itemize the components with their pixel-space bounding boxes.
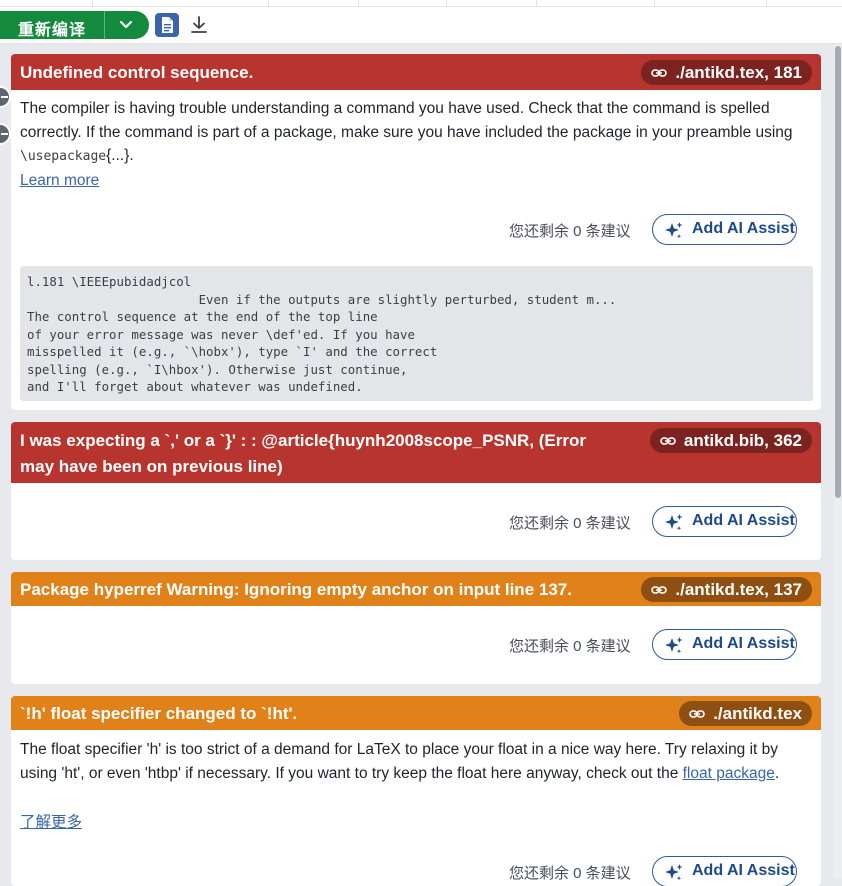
file-location-text: ./antikd.tex, 181 xyxy=(675,63,802,82)
log-entry-header[interactable]: `!h' float specifier changed to `!ht'. .… xyxy=(11,696,821,730)
scrollbar-thumb[interactable] xyxy=(835,46,841,498)
logs-toolbar: 重新编译 xyxy=(0,7,842,44)
description-code: \usepackage xyxy=(20,149,107,164)
remaining-suggestions: 您还剩余 0 条建议 xyxy=(509,638,631,655)
raw-log-line: and I'll forget about whatever was undef… xyxy=(27,379,363,394)
raw-log-line: of your error message was never \def'ed.… xyxy=(27,326,415,342)
add-ai-assist-button[interactable]: Add AI Assist xyxy=(652,214,797,245)
log-entry-description: The compiler is having trouble understan… xyxy=(20,97,809,169)
add-ai-assist-label: Add AI Assist xyxy=(692,220,795,237)
add-ai-assist-label: Add AI Assist xyxy=(692,512,795,529)
add-ai-assist-button[interactable]: Add AI Assist xyxy=(652,629,797,660)
link-icon xyxy=(689,710,705,718)
recompile-button[interactable]: 重新编译 xyxy=(0,11,149,39)
file-location-link[interactable]: ./antikd.tex, 181 xyxy=(641,60,812,85)
log-entry-title: Package hyperref Warning: Ignoring empty… xyxy=(20,580,572,599)
log-entry-header[interactable]: I was expecting a `,' or a `}' : : @arti… xyxy=(11,422,821,483)
collapse-panel-control[interactable] xyxy=(0,86,11,108)
log-entry-title: Undefined control sequence. xyxy=(20,63,254,82)
link-icon xyxy=(651,586,668,594)
log-entry-title-line: may have been on previous line) xyxy=(20,457,283,476)
remaining-suggestions: 您还剩余 0 条建议 xyxy=(509,223,631,240)
log-entry-header[interactable]: Package hyperref Warning: Ignoring empty… xyxy=(11,572,821,606)
chevron-down-icon[interactable] xyxy=(118,16,134,32)
tab-divider xyxy=(536,0,537,6)
document-icon[interactable] xyxy=(155,13,179,37)
log-entry-header[interactable]: Undefined control sequence. ./antikd.tex… xyxy=(11,54,821,90)
log-entry-title-line: I was expecting a `,' or a `}' : : @arti… xyxy=(20,431,587,450)
raw-log-output: l.181 \IEEEpubidadjcol Even if the outpu… xyxy=(20,266,813,401)
download-icon[interactable] xyxy=(188,14,210,36)
sparkle-icon xyxy=(665,514,683,531)
file-location-link[interactable]: ./antikd.tex xyxy=(679,701,812,726)
file-location-text: ./antikd.tex, 137 xyxy=(675,580,802,599)
log-entry-description: The float specifier 'h' is too strict of… xyxy=(20,738,809,785)
file-location-link[interactable]: ./antikd.tex, 137 xyxy=(641,577,812,602)
tab-divider xyxy=(766,0,767,6)
top-tab-strip xyxy=(0,0,842,7)
raw-log-line: l.181 \IEEEpubidadjcol xyxy=(27,274,192,289)
description-text: . xyxy=(774,764,780,782)
log-entry-warning: `!h' float specifier changed to `!ht'. .… xyxy=(11,696,821,886)
tab-divider xyxy=(654,0,655,6)
link-icon xyxy=(651,69,668,77)
raw-log-line: misspelled it (e.g., `\hobx'), type `I' … xyxy=(27,344,438,359)
raw-log-line: Even if the outputs are slightly perturb… xyxy=(27,291,617,307)
tab-divider xyxy=(446,0,447,6)
add-ai-assist-label: Add AI Assist xyxy=(692,862,795,879)
raw-log-line: The control sequence at the end of the t… xyxy=(27,309,378,324)
log-entry-error: Undefined control sequence. ./antikd.tex… xyxy=(11,54,821,410)
description-text: The float specifier 'h' is too strict of… xyxy=(20,741,779,782)
tab-divider xyxy=(268,0,269,6)
link-icon xyxy=(660,437,676,445)
collapse-panel-control[interactable] xyxy=(0,123,11,145)
sparkle-icon xyxy=(665,637,683,654)
float-package-link[interactable]: float package xyxy=(683,765,775,782)
log-entry-warning: Package hyperref Warning: Ignoring empty… xyxy=(11,572,821,684)
learn-more-link[interactable]: Learn more xyxy=(20,169,99,193)
description-text: The compiler is having trouble understan… xyxy=(20,100,793,141)
sparkle-icon xyxy=(665,222,683,239)
add-ai-assist-button[interactable]: Add AI Assist xyxy=(652,856,797,886)
raw-log-line: spelling (e.g., `I\hbox'). Otherwise jus… xyxy=(27,361,408,377)
sparkle-icon xyxy=(665,864,683,881)
add-ai-assist-label: Add AI Assist xyxy=(692,635,795,652)
tab-divider xyxy=(358,0,359,6)
remaining-suggestions: 您还剩余 0 条建议 xyxy=(509,865,631,882)
log-entry-error: I was expecting a `,' or a `}' : : @arti… xyxy=(11,422,821,560)
log-entry-title: `!h' float specifier changed to `!ht'. xyxy=(20,704,298,723)
file-location-link[interactable]: antikd.bib, 362 xyxy=(649,428,812,453)
recompile-label: 重新编译 xyxy=(18,22,87,39)
add-ai-assist-button[interactable]: Add AI Assist xyxy=(652,506,797,537)
tab-divider xyxy=(92,0,93,6)
recompile-separator xyxy=(104,11,105,39)
file-location-text: antikd.bib, 362 xyxy=(683,431,802,450)
remaining-suggestions: 您还剩余 0 条建议 xyxy=(509,515,631,532)
description-text: {...}. xyxy=(106,147,134,164)
file-location-text: ./antikd.tex xyxy=(713,704,802,723)
learn-more-link[interactable]: 了解更多 xyxy=(20,811,82,835)
